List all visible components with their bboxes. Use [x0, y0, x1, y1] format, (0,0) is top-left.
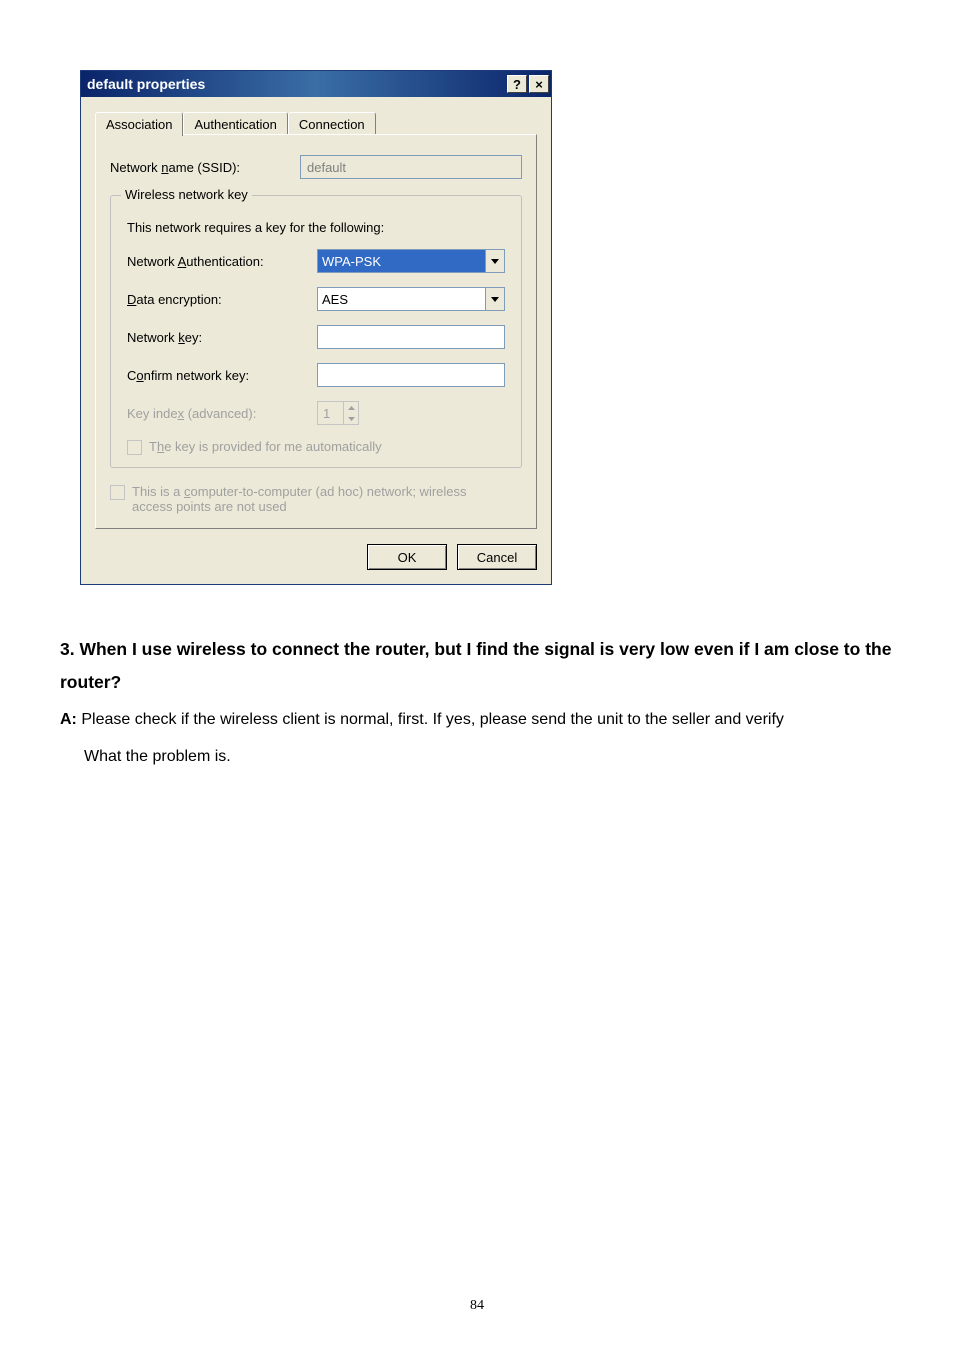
tab-label: Association	[106, 117, 172, 132]
doc-text: 3. When I use wireless to connect the ro…	[60, 633, 894, 770]
confirm-key-label: Confirm network key:	[127, 368, 317, 383]
dialog-body: Association Authentication Connection Ne…	[81, 97, 551, 584]
auto-key-label: The key is provided for me automatically	[149, 439, 382, 454]
ok-label: OK	[398, 550, 417, 565]
tab-association[interactable]: Association	[95, 112, 183, 136]
ssid-input[interactable]: default	[300, 155, 522, 179]
dialog-buttons: OK Cancel	[95, 544, 537, 570]
checkbox-icon	[127, 440, 142, 455]
encrypt-dropdown[interactable]: AES	[317, 287, 505, 311]
answer-prefix: A:	[60, 711, 77, 728]
titlebar-buttons: ? ×	[507, 75, 549, 93]
tab-strip: Association Authentication Connection	[95, 111, 537, 135]
key-label: Network key:	[127, 330, 317, 345]
key-index-value: 1	[318, 402, 344, 424]
group-description: This network requires a key for the foll…	[127, 220, 505, 235]
tab-connection[interactable]: Connection	[288, 112, 376, 135]
adhoc-checkbox: This is a computer-to-computer (ad hoc) …	[110, 484, 522, 514]
adhoc-label: This is a computer-to-computer (ad hoc) …	[132, 484, 502, 514]
window-title: default properties	[87, 76, 205, 92]
tab-label: Authentication	[194, 117, 276, 132]
group-title: Wireless network key	[121, 187, 252, 202]
answer-text-1: Please check if the wireless client is n…	[81, 711, 784, 728]
spin-down-icon	[344, 413, 358, 424]
ok-button[interactable]: OK	[367, 544, 447, 570]
titlebar: default properties ? ×	[81, 71, 551, 97]
answer-line-2: What the problem is.	[84, 743, 894, 770]
close-button[interactable]: ×	[529, 75, 549, 93]
help-button[interactable]: ?	[507, 75, 527, 93]
question-heading: 3. When I use wireless to connect the ro…	[60, 633, 894, 700]
auto-key-checkbox: The key is provided for me automatically	[127, 439, 505, 455]
auth-dropdown[interactable]: WPA-PSK	[317, 249, 505, 273]
ssid-label: Network name (SSID):	[110, 160, 300, 175]
answer-line: A: Please check if the wireless client i…	[60, 706, 894, 733]
auth-value: WPA-PSK	[318, 250, 485, 272]
ssid-value: default	[307, 160, 346, 175]
key-index-spinner: 1	[317, 401, 359, 425]
key-index-label: Key index (advanced):	[127, 406, 317, 421]
tab-authentication[interactable]: Authentication	[183, 112, 287, 135]
spin-up-icon	[344, 402, 358, 413]
wireless-key-group: Wireless network key This network requir…	[110, 195, 522, 468]
confirm-key-input[interactable]	[317, 363, 505, 387]
chevron-down-icon	[485, 250, 504, 272]
tab-panel-association: Network name (SSID): default Wireless ne…	[95, 134, 537, 529]
encrypt-value: AES	[318, 288, 485, 310]
close-icon: ×	[535, 78, 543, 91]
help-icon: ?	[513, 78, 521, 91]
page-number: 84	[0, 1298, 954, 1314]
key-input[interactable]	[317, 325, 505, 349]
encrypt-label: Data encryption:	[127, 292, 317, 307]
chevron-down-icon	[485, 288, 504, 310]
cancel-label: Cancel	[477, 550, 517, 565]
tab-label: Connection	[299, 117, 365, 132]
cancel-button[interactable]: Cancel	[457, 544, 537, 570]
checkbox-icon	[110, 485, 125, 500]
dialog-window: default properties ? × Association Authe…	[80, 70, 552, 585]
auth-label: Network Authentication:	[127, 254, 317, 269]
